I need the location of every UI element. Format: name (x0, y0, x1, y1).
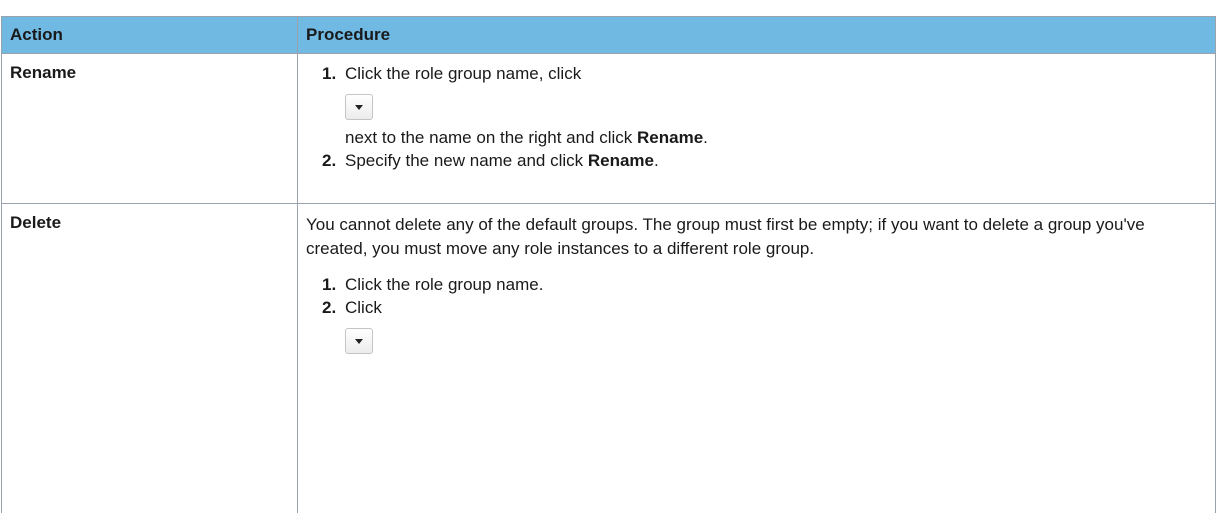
header-procedure: Procedure (298, 17, 1216, 54)
action-cell-rename: Rename (2, 54, 298, 204)
delete-step-1: 1. Click the role group name. (322, 273, 1207, 296)
dropdown-triangle (355, 105, 363, 110)
step-text: Specify the new name and click (345, 151, 588, 170)
step-text: Click the role group name, click (345, 62, 1207, 85)
chevron-down-icon[interactable] (345, 94, 373, 120)
step-number: 2. (322, 296, 336, 319)
table-row-delete: Delete You cannot delete any of the defa… (2, 204, 1216, 513)
header-action: Action (2, 17, 298, 54)
action-cell-delete: Delete (2, 204, 298, 513)
chevron-down-icon[interactable] (345, 328, 373, 354)
procedure-table: Action Procedure Rename 1. Click the rol… (1, 16, 1216, 513)
delete-steps: 1. Click the role group name. 2. Click (306, 273, 1207, 354)
step-text-after: next to the name on the right and click (345, 128, 637, 147)
delete-intro-paragraph: You cannot delete any of the default gro… (306, 212, 1207, 261)
delete-step-2: 2. Click (322, 296, 1207, 354)
step-tail: . (654, 151, 659, 170)
rename-step-1: 1. Click the role group name, click next… (322, 62, 1207, 149)
step-continuation: next to the name on the right and click … (345, 126, 1207, 149)
ui-term-rename: Rename (588, 151, 654, 170)
step-number: 2. (322, 149, 336, 172)
procedure-cell-delete: You cannot delete any of the default gro… (298, 204, 1216, 513)
procedure-cell-rename: 1. Click the role group name, click next… (298, 54, 1216, 204)
step-text: Click the role group name. (345, 275, 543, 294)
step-text: Click (345, 296, 1207, 319)
step-number: 1. (322, 273, 336, 296)
ui-term-rename: Rename (637, 128, 703, 147)
step-number: 1. (322, 62, 336, 85)
table-row-rename: Rename 1. Click the role group name, cli… (2, 54, 1216, 204)
dropdown-triangle (355, 339, 363, 344)
rename-step-2: 2. Specify the new name and click Rename… (322, 149, 1207, 172)
step-tail: . (703, 128, 708, 147)
table-header-row: Action Procedure (2, 17, 1216, 54)
rename-steps: 1. Click the role group name, click next… (306, 62, 1207, 172)
